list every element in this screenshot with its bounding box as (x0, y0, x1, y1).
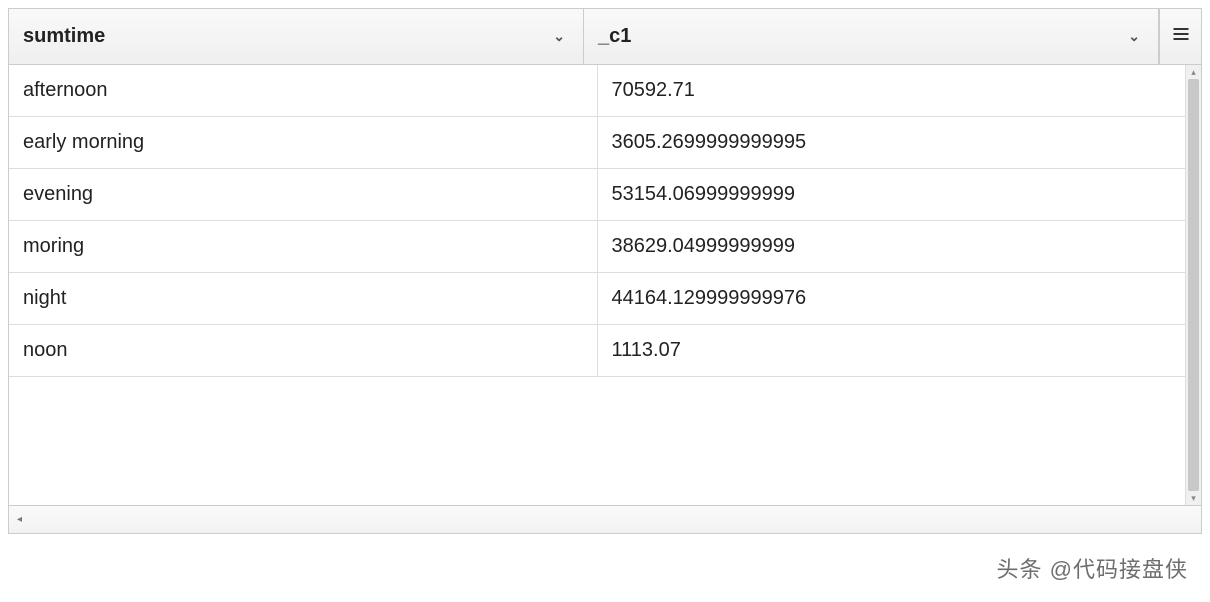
cell-sumtime: evening (9, 169, 598, 220)
column-header-label: _c1 (598, 25, 631, 48)
cell-c1: 38629.04999999999 (598, 221, 1186, 272)
table-row[interactable]: evening 53154.06999999999 (9, 169, 1185, 221)
cell-c1: 44164.129999999976 (598, 273, 1186, 324)
cell-c1: 53154.06999999999 (598, 169, 1186, 220)
chevron-down-icon[interactable]: ⌄ (553, 28, 565, 45)
scroll-down-icon[interactable]: ▾ (1186, 491, 1201, 505)
vertical-scrollbar[interactable]: ▴ ▾ (1185, 65, 1201, 505)
table-row[interactable]: moring 38629.04999999999 (9, 221, 1185, 273)
cell-c1: 70592.71 (598, 65, 1186, 116)
data-table: sumtime ⌄ _c1 ⌄ afternoon 70592.71 (8, 8, 1202, 534)
footer-marker-icon[interactable]: ◂ (17, 514, 22, 525)
scroll-up-icon[interactable]: ▴ (1186, 65, 1201, 79)
table-row[interactable]: afternoon 70592.71 (9, 65, 1185, 117)
column-header-label: sumtime (23, 25, 105, 48)
table-footer-bar: ◂ (9, 505, 1201, 533)
cell-sumtime: noon (9, 325, 598, 376)
cell-sumtime: early morning (9, 117, 598, 168)
column-header-c1[interactable]: _c1 ⌄ (584, 9, 1159, 64)
scroll-thumb[interactable] (1188, 79, 1199, 491)
cell-c1: 3605.2699999999995 (598, 117, 1186, 168)
cell-sumtime: moring (9, 221, 598, 272)
cell-sumtime: night (9, 273, 598, 324)
column-header-sumtime[interactable]: sumtime ⌄ (9, 9, 584, 64)
chevron-down-icon[interactable]: ⌄ (1128, 28, 1140, 45)
cell-c1: 1113.07 (598, 325, 1186, 376)
cell-sumtime: afternoon (9, 65, 598, 116)
table-header-row: sumtime ⌄ _c1 ⌄ (9, 9, 1201, 65)
hamburger-icon (1171, 24, 1191, 50)
table-rows: afternoon 70592.71 early morning 3605.26… (9, 65, 1185, 505)
table-row[interactable]: noon 1113.07 (9, 325, 1185, 377)
table-menu-button[interactable] (1159, 9, 1201, 64)
table-row[interactable]: night 44164.129999999976 (9, 273, 1185, 325)
watermark-text: 头条 @代码接盘侠 (997, 552, 1188, 584)
table-row[interactable]: early morning 3605.2699999999995 (9, 117, 1185, 169)
table-body-wrapper: afternoon 70592.71 early morning 3605.26… (9, 65, 1201, 505)
